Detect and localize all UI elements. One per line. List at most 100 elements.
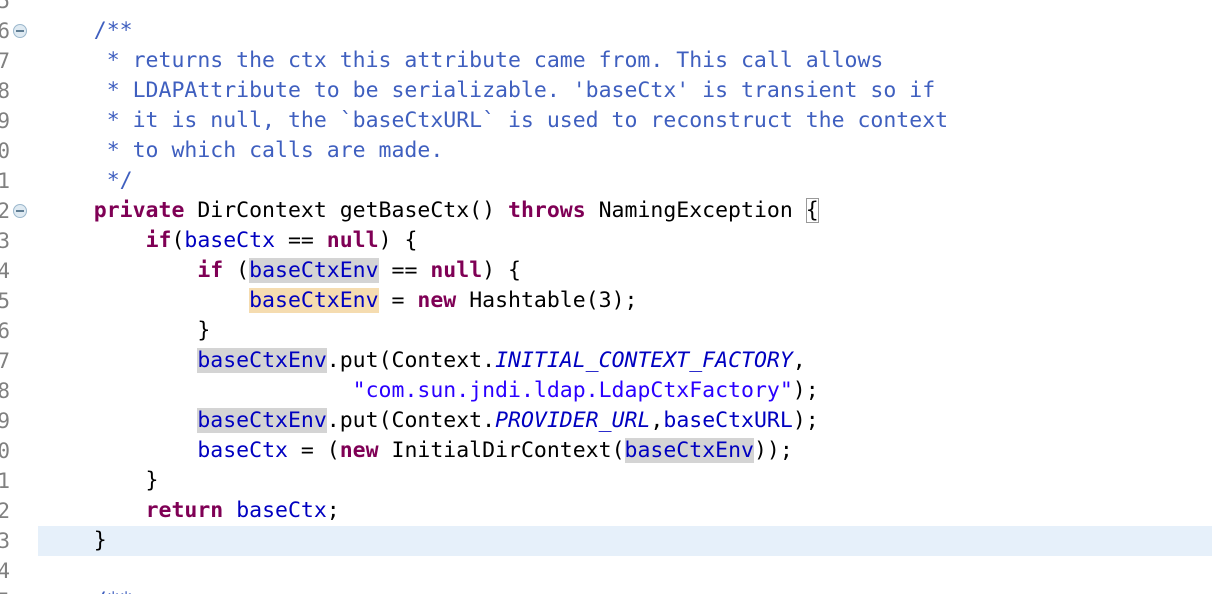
gutter-row[interactable]: 4 (0, 556, 38, 586)
line-number: 4 (0, 259, 10, 283)
code-line[interactable]: return baseCtx; (38, 496, 1212, 526)
code-line-content: * to which calls are made. (38, 136, 444, 166)
gutter-row[interactable]: 9 (0, 106, 38, 136)
line-number: 5 (0, 586, 10, 594)
gutter-row[interactable]: 2 (0, 196, 38, 226)
code-line[interactable]: baseCtx = (new InitialDirContext(baseCtx… (38, 436, 1212, 466)
gutter-row[interactable]: 1 (0, 166, 38, 196)
code-token-plain: = ( (287, 438, 340, 463)
occurrence-highlight-read: baseCtxEnv (197, 348, 327, 373)
fold-collapse-icon[interactable] (13, 204, 27, 218)
gutter-row[interactable]: 0 (0, 136, 38, 166)
line-number: 0 (0, 439, 10, 463)
code-token-kw: null (430, 258, 483, 283)
code-token-stat: PROVIDER_URL (495, 408, 651, 433)
line-number-gutter[interactable]: 5 6 7 8 9 0 1 2 3 4 5 6 7 8 9 0 1 2 3 4 5 (0, 0, 38, 594)
code-text-area[interactable]: /** * returns the ctx this attribute cam… (38, 0, 1212, 594)
code-token-plain: )); (753, 438, 793, 463)
code-token-plain: DirContext getBaseCtx() (184, 198, 508, 223)
code-line-content: } (38, 466, 159, 496)
gutter-row[interactable]: 6 (0, 16, 38, 46)
gutter-row[interactable]: 9 (0, 406, 38, 436)
code-line-content: baseCtx = (new InitialDirContext(baseCtx… (38, 436, 793, 466)
gutter-row[interactable]: 4 (0, 256, 38, 286)
gutter-row[interactable]: 3 (0, 226, 38, 256)
code-line[interactable]: baseCtxEnv.put(Context.INITIAL_CONTEXT_F… (38, 346, 1212, 376)
code-line[interactable]: "com.sun.jndi.ldap.LdapCtxFactory"); (38, 376, 1212, 406)
line-number: 8 (0, 379, 10, 403)
gutter-row[interactable]: 7 (0, 46, 38, 76)
code-line[interactable]: /** (38, 586, 1212, 594)
code-line-content: * it is null, the `baseCtxURL` is used t… (38, 106, 948, 136)
code-token-plain: .put(Context. (326, 408, 496, 433)
code-token-cmt: /** (94, 588, 133, 594)
code-token-plain: ; (326, 498, 340, 523)
gutter-row[interactable]: 7 (0, 346, 38, 376)
code-line-content: private DirContext getBaseCtx() throws N… (38, 196, 819, 226)
code-token-fld: baseCtxURL (663, 408, 793, 433)
code-line[interactable] (38, 556, 1212, 586)
code-line[interactable] (38, 0, 1212, 16)
code-line-current[interactable]: } (38, 526, 1212, 556)
line-number: 6 (0, 19, 10, 43)
occurrence-highlight-read: baseCtxEnv (624, 438, 754, 463)
code-token-cmt: * it is null, the `baseCtxURL` is used t… (42, 108, 949, 133)
code-token-plain: } (42, 468, 159, 493)
gutter-row[interactable]: 1 (0, 466, 38, 496)
gutter-row[interactable]: 5 (0, 0, 38, 16)
gutter-row[interactable]: 6 (0, 316, 38, 346)
code-editor[interactable]: 5 6 7 8 9 0 1 2 3 4 5 6 7 8 9 0 1 2 3 4 5 /** * returns the … (0, 0, 1212, 594)
fold-collapse-icon[interactable] (13, 24, 27, 38)
gutter-row[interactable]: 0 (0, 436, 38, 466)
code-line-content: if (baseCtxEnv == null) { (38, 256, 521, 286)
code-token-plain: == (275, 228, 327, 253)
line-number: 4 (0, 559, 10, 583)
code-token-kw: null (326, 228, 379, 253)
code-token-str: "com.sun.jndi.ldap.LdapCtxFactory" (352, 378, 793, 403)
code-line[interactable]: * to which calls are made. (38, 136, 1212, 166)
code-token-kw: private (93, 198, 185, 223)
code-token-plain: ) { (482, 258, 521, 283)
code-line-content: "com.sun.jndi.ldap.LdapCtxFactory"); (38, 376, 819, 406)
code-token-kw: if (197, 258, 224, 283)
code-token-cmt: * LDAPAttribute to be serializable. 'bas… (42, 78, 936, 103)
code-line[interactable]: */ (38, 166, 1212, 196)
code-token-plain: ) { (378, 228, 418, 253)
code-token-plain: NamingException (585, 198, 806, 223)
code-line[interactable]: baseCtxEnv.put(Context.PROVIDER_URL,base… (38, 406, 1212, 436)
code-line[interactable]: /** (38, 16, 1212, 46)
code-line[interactable]: } (38, 466, 1212, 496)
code-line[interactable]: * it is null, the `baseCtxURL` is used t… (38, 106, 1212, 136)
code-line[interactable]: private DirContext getBaseCtx() throws N… (38, 196, 1212, 226)
code-line[interactable]: baseCtxEnv = new Hashtable(3); (38, 286, 1212, 316)
code-line[interactable]: } (38, 316, 1212, 346)
occurrence-highlight-read: baseCtxEnv (197, 408, 327, 433)
code-line-content: /** (38, 16, 133, 46)
code-line[interactable]: if (baseCtxEnv == null) { (38, 256, 1212, 286)
line-number: 9 (0, 109, 10, 133)
gutter-row[interactable]: 5 (0, 586, 38, 594)
code-token-cmt: * returns the ctx this attribute came fr… (42, 48, 884, 73)
line-number: 5 (0, 289, 10, 313)
gutter-row[interactable]: 2 (0, 496, 38, 526)
occurrence-highlight-read: baseCtxEnv (249, 258, 379, 283)
code-line[interactable]: * returns the ctx this attribute came fr… (38, 46, 1212, 76)
gutter-row[interactable]: 8 (0, 76, 38, 106)
code-token-stat: INITIAL_CONTEXT_FACTORY (495, 348, 793, 373)
gutter-row[interactable]: 8 (0, 376, 38, 406)
code-token-plain: ( (171, 228, 185, 253)
code-token-plain: .put(Context. (326, 348, 496, 373)
line-number: 3 (0, 529, 10, 553)
gutter-row[interactable]: 5 (0, 286, 38, 316)
gutter-row[interactable]: 3 (0, 526, 38, 556)
line-number: 5 (0, 0, 10, 13)
code-token-kw: new (339, 438, 379, 463)
code-line[interactable]: if(baseCtx == null) { (38, 226, 1212, 256)
code-line[interactable]: * LDAPAttribute to be serializable. 'bas… (38, 76, 1212, 106)
